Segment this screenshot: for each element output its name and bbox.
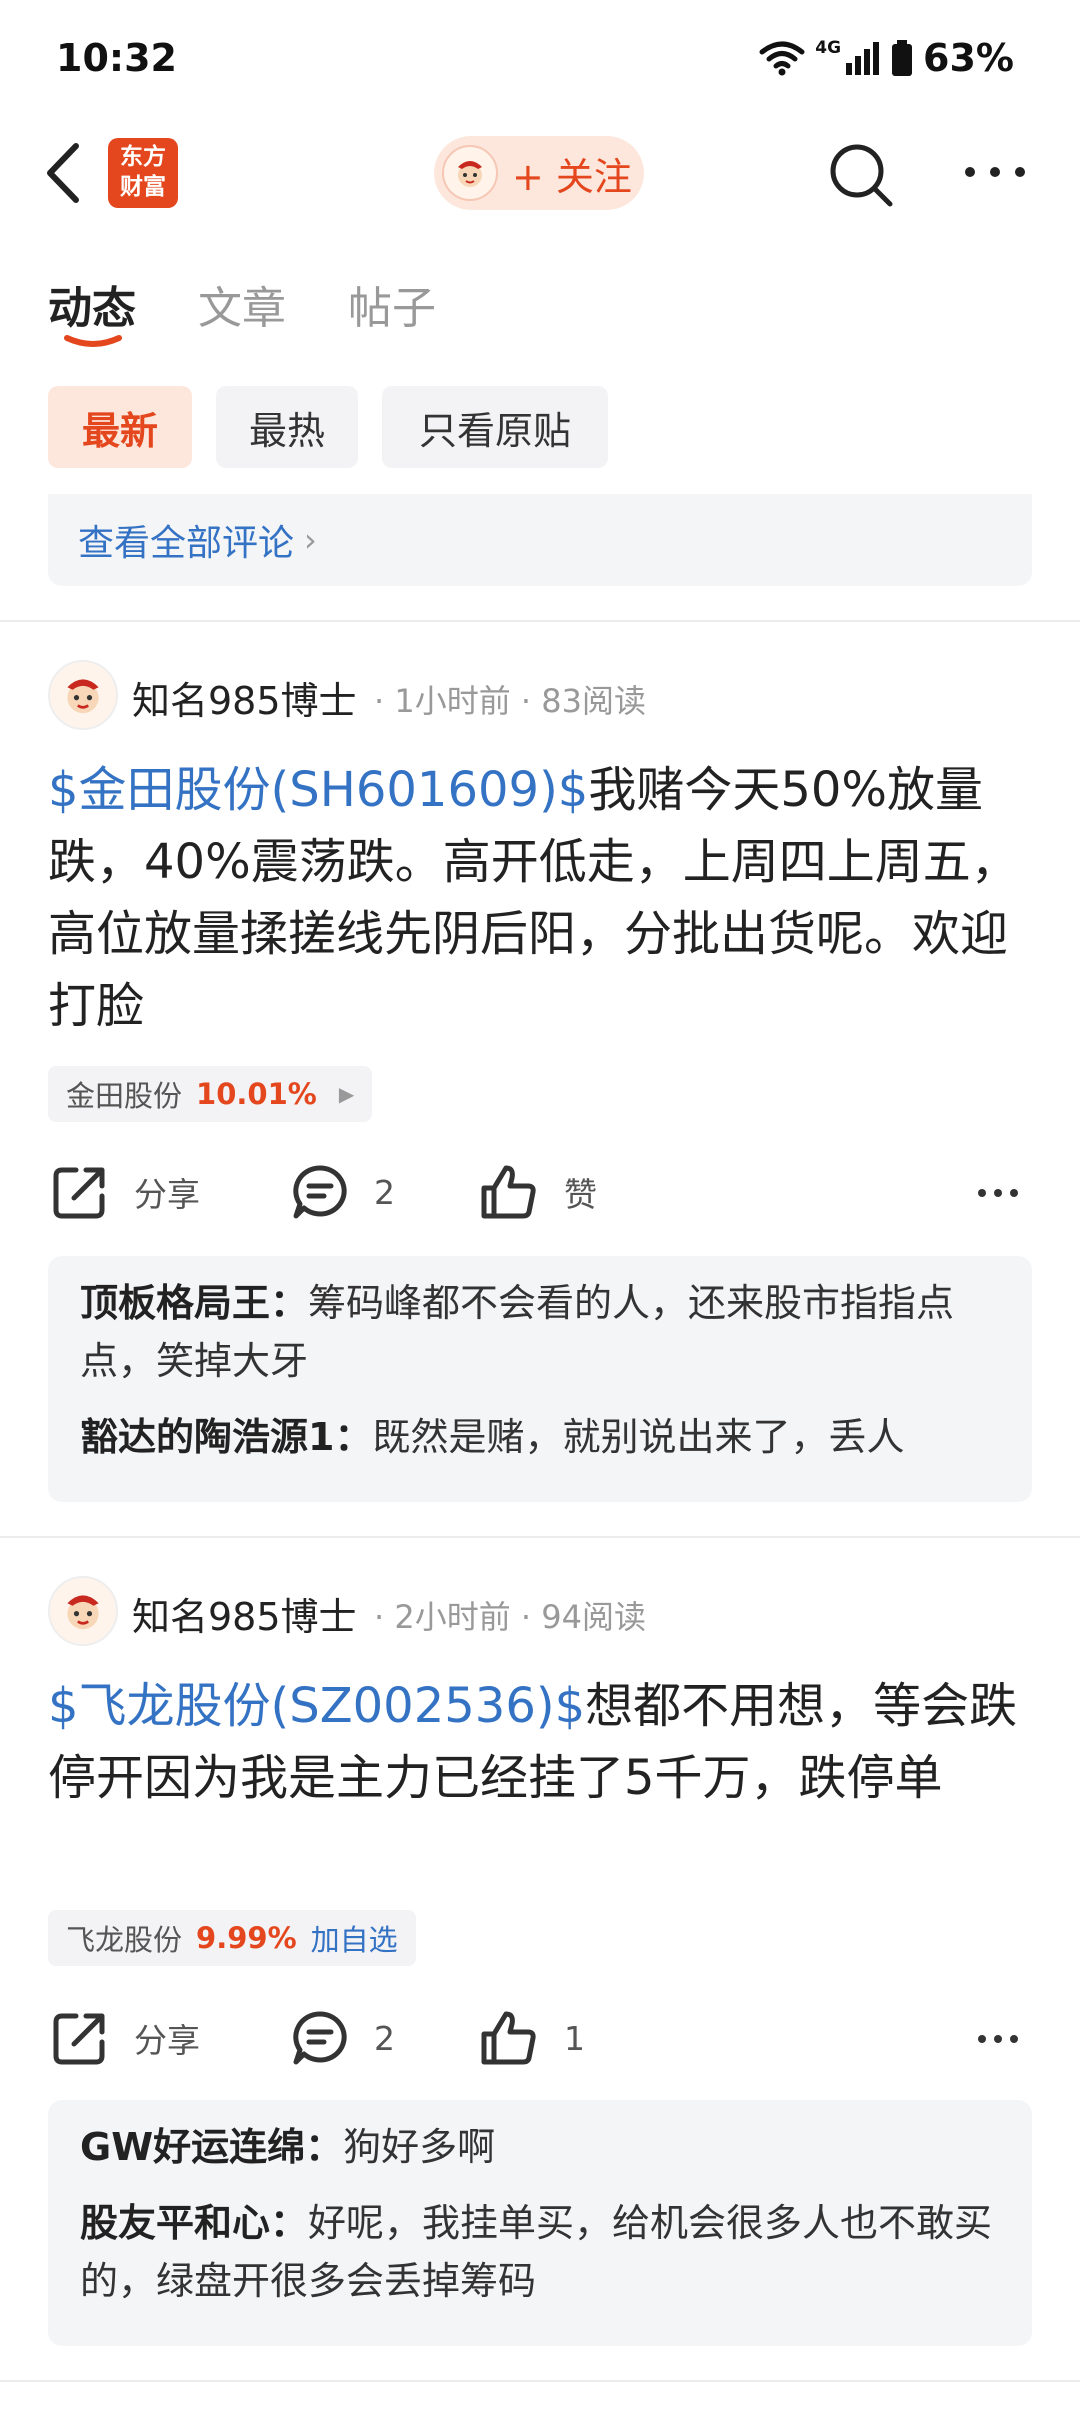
stock-tag[interactable]: 金田股份 10.01% ▶ [48,1066,373,1122]
comment-item[interactable]: 豁达的陶浩源1：既然是赌，就别说出来了，丢人 [80,1408,1000,1466]
stock-tag[interactable]: 飞龙股份 9.99% 加自选 [48,1910,416,1966]
status-time: 10:32 [56,36,177,80]
network-type: 4G [815,38,842,58]
post-more-icon[interactable] [976,2032,1020,2046]
like-count: 1 [564,2018,585,2058]
post-divider [0,1536,1080,1538]
comment-text: 狗好多啊 [343,2125,496,2169]
filter-hottest[interactable]: 最热 [216,386,358,468]
author-name[interactable]: 知名985博士 [132,670,357,725]
add-to-watchlist-button[interactable]: 加自选 [311,1917,398,1959]
author-avatar[interactable] [48,660,118,730]
view-all-comments-label: 查看全部评论 [78,523,295,564]
chevron-right-icon: › [304,521,317,559]
mascot-icon [67,679,99,714]
tab-posts[interactable]: 帖子 [348,272,436,336]
tab-articles[interactable]: 文章 [198,272,286,336]
section-divider [0,620,1080,622]
share-label: 分享 [134,2021,200,2060]
comment-button[interactable]: 2 [292,1164,395,1220]
comment-count: 2 [374,2018,395,2058]
post-divider [0,2380,1080,2382]
stock-tag-name: 金田股份 [66,1079,183,1113]
comment-icon [293,1165,347,1219]
comment-item[interactable]: 股友平和心：好呢，我挂单买，给机会很多人也不敢买的，绿盘开很多会丢掉筹码 [80,2194,1000,2310]
commenter-name[interactable]: 股友平和心： [80,2201,308,2245]
commenter-name[interactable]: GW好运连绵： [80,2125,343,2169]
commenter-name[interactable]: 顶板格局王： [80,1281,308,1325]
comment-item[interactable]: GW好运连绵：狗好多啊 [80,2118,1000,2176]
play-arrow-icon: ▶ [338,1082,355,1106]
follow-button[interactable]: + 关注 [434,136,644,210]
mascot-icon [458,161,482,187]
search-icon[interactable] [826,140,896,210]
comment-preview[interactable]: GW好运连绵：狗好多啊 股友平和心：好呢，我挂单买，给机会很多人也不敢买的，绿盘… [48,2100,1032,2346]
active-tab-indicator [64,335,122,347]
stock-tag-change: 10.01% [196,1077,317,1111]
thumbs-up-icon [481,2011,536,2065]
post-more-icon[interactable] [976,1186,1020,1200]
author-avatar[interactable] [48,1576,118,1646]
follow-label: + 关注 [512,154,632,199]
stock-tag-change: 9.99% [196,1921,297,1955]
post-content[interactable]: $飞龙股份(SZ002536)$想都不用想，等会跌停开因为我是主力已经挂了5千万… [48,1670,1038,1814]
status-indicators: 4G 63% [759,36,1014,80]
post-content[interactable]: $金田股份(SH601609)$我赌今天50%放量跌，40%震荡跌。高开低走，上… [48,754,1038,1042]
more-options-icon[interactable] [962,160,1028,184]
like-label: 赞 [564,1175,597,1214]
comment-icon [293,2011,347,2065]
battery-percent: 63% [923,36,1014,80]
post-meta: · 1小时前 · 83阅读 [374,682,646,720]
view-all-comments-link[interactable]: 查看全部评论 › [48,494,1032,586]
user-avatar [442,145,498,201]
share-label: 分享 [134,1175,200,1214]
mascot-icon [67,1595,99,1630]
stock-link[interactable]: $金田股份(SH601609)$ [48,762,588,818]
share-icon [53,2013,105,2065]
commenter-name[interactable]: 豁达的陶浩源1： [80,1415,372,1459]
stock-tag-name: 飞龙股份 [66,1923,183,1957]
back-icon[interactable] [40,142,90,204]
post-meta: · 2小时前 · 94阅读 [374,1598,646,1636]
author-name[interactable]: 知名985博士 [132,1586,357,1641]
share-button[interactable]: 分享 [52,2010,200,2066]
filter-original-only[interactable]: 只看原贴 [382,386,608,468]
wifi-icon [759,41,805,76]
comment-button[interactable]: 2 [292,2010,395,2066]
thumbs-up-icon [481,1165,536,1219]
comment-text: 既然是赌，就别说出来了，丢人 [372,1415,905,1459]
tab-dynamics[interactable]: 动态 [48,272,136,336]
filter-latest[interactable]: 最新 [48,386,192,468]
signal-icon [846,42,880,75]
app-logo: 东方 财富 [108,138,178,208]
comment-count: 2 [374,1172,395,1212]
like-button[interactable]: 赞 [480,1164,597,1220]
comment-item[interactable]: 顶板格局王：筹码峰都不会看的人，还来股市指指点点，笑掉大牙 [80,1274,1000,1390]
comment-preview[interactable]: 顶板格局王：筹码峰都不会看的人，还来股市指指点点，笑掉大牙 豁达的陶浩源1：既然… [48,1256,1032,1502]
battery-icon [892,40,913,76]
stock-link[interactable]: $飞龙股份(SZ002536)$ [48,1678,585,1734]
share-button[interactable]: 分享 [52,1164,200,1220]
share-icon [53,1167,105,1219]
like-button[interactable]: 1 [480,2010,585,2066]
